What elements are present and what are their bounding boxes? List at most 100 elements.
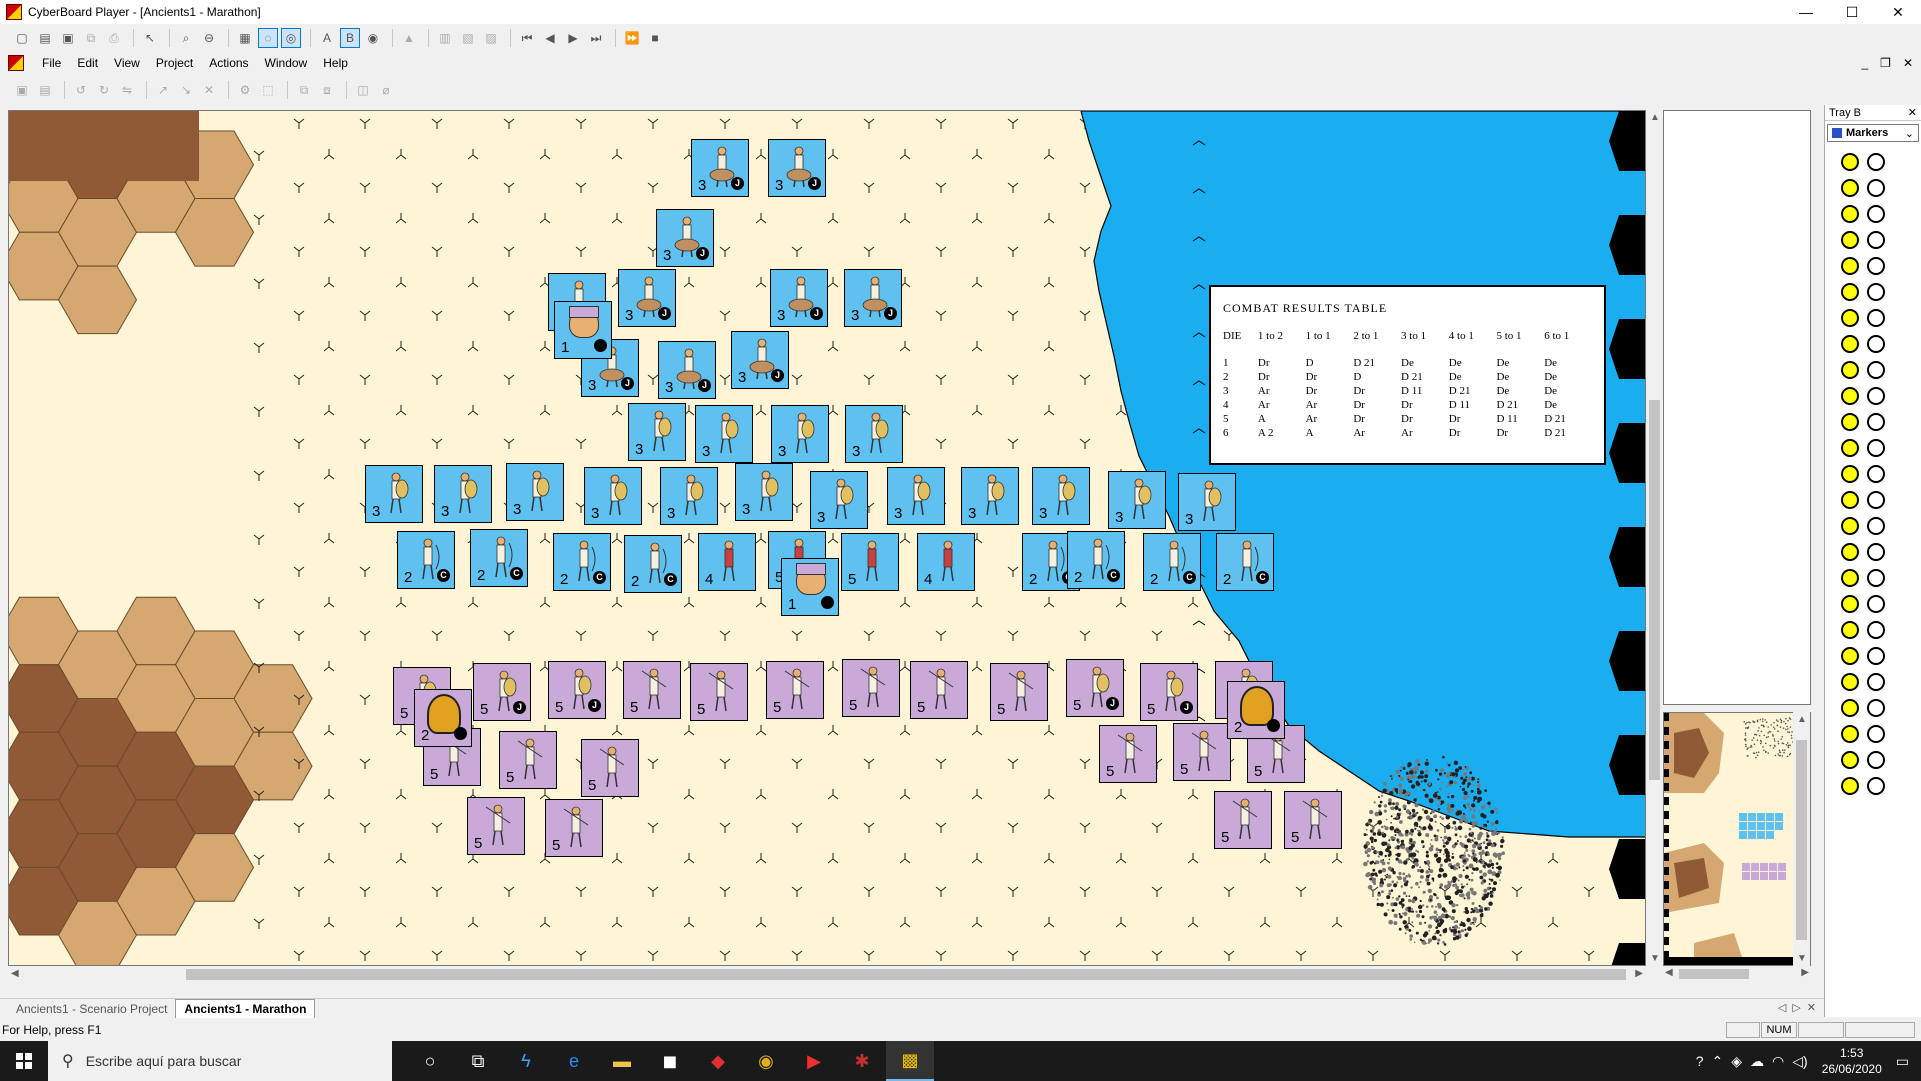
layers-icon[interactable]: ◫ xyxy=(353,80,373,100)
overview-vertical-scrollbar[interactable]: ▲ ▼ xyxy=(1793,712,1810,966)
stop-icon[interactable]: ■ xyxy=(645,28,665,48)
yellow-marker-icon[interactable] xyxy=(1841,335,1859,353)
new-file-icon[interactable]: ▢ xyxy=(12,28,32,48)
yellow-marker-icon[interactable] xyxy=(1841,153,1859,171)
athenian-archer-counter[interactable]: 2C xyxy=(553,533,611,591)
scroll-right-icon[interactable]: ▶ xyxy=(1635,968,1643,979)
zoom-icon[interactable]: ⌕ xyxy=(176,28,196,48)
ungroup-icon[interactable]: ▤ xyxy=(35,80,55,100)
document-icon[interactable] xyxy=(8,55,24,71)
athenian-hoplite-counter[interactable]: 3 xyxy=(771,405,829,463)
persian-spear-counter[interactable]: 5 xyxy=(690,663,748,721)
persian-spear-counter[interactable]: 5 xyxy=(1284,791,1342,849)
chrome-browser-icon[interactable]: ◉ xyxy=(742,1041,790,1081)
last-move-icon[interactable]: ⏭ xyxy=(586,28,606,48)
tray-close-button[interactable]: ✕ xyxy=(1908,106,1917,119)
white-marker-icon[interactable] xyxy=(1867,699,1885,717)
menu-file[interactable]: File xyxy=(34,56,69,70)
overview-horizontal-scrollbar[interactable]: ◀ ▶ xyxy=(1663,966,1811,982)
athenian-hoplite-counter[interactable]: 3 xyxy=(695,405,753,463)
white-marker-icon[interactable] xyxy=(1867,647,1885,665)
white-marker-icon[interactable] xyxy=(1867,283,1885,301)
athenian-hoplite-counter[interactable]: 3 xyxy=(961,467,1019,525)
file-explorer-icon[interactable]: ▬ xyxy=(598,1041,646,1081)
white-marker-icon[interactable] xyxy=(1867,413,1885,431)
youtube-icon[interactable]: ▶ xyxy=(790,1041,838,1081)
white-marker-icon[interactable] xyxy=(1867,153,1885,171)
overview-vertical-thumb[interactable] xyxy=(1796,740,1807,940)
scroll-up-icon[interactable]: ▲ xyxy=(1650,112,1660,123)
athenian-archer-counter[interactable]: 2C xyxy=(624,535,682,593)
tray-select[interactable]: Markers ⌄ xyxy=(1827,124,1919,142)
persian-greek-counter[interactable]: 5J xyxy=(1066,659,1124,717)
persian-spear-counter[interactable]: 5 xyxy=(842,659,900,717)
yellow-marker-icon[interactable] xyxy=(1841,699,1859,717)
map-horizontal-thumb[interactable] xyxy=(186,969,1626,980)
athenian-cavalry-counter[interactable]: 3J xyxy=(731,331,789,389)
white-marker-icon[interactable] xyxy=(1867,777,1885,795)
athenian-hoplite-counter[interactable]: 3 xyxy=(584,467,642,525)
persian-leader-counter[interactable]: 2 xyxy=(1227,681,1285,739)
scroll-left-icon[interactable]: ◀ xyxy=(11,968,19,979)
overview-scroll-right-icon[interactable]: ▶ xyxy=(1801,967,1809,978)
athenian-hoplite-counter[interactable]: 3 xyxy=(735,463,793,521)
persian-spear-counter[interactable]: 5 xyxy=(1099,725,1157,783)
game-map[interactable]: COMBAT RESULTS TABLE DIE 1 to 2 1 to 1 2 to… xyxy=(8,110,1646,966)
bring-front-icon[interactable]: ⧉ xyxy=(294,80,314,100)
tab-scenario-project[interactable]: Ancients1 - Scenario Project xyxy=(8,1000,175,1018)
scroll-down-icon[interactable]: ▼ xyxy=(1650,953,1660,964)
athenian-heavy-counter[interactable]: 4 xyxy=(698,533,756,591)
fast-forward-icon[interactable]: ⏩ xyxy=(622,28,642,48)
network-icon[interactable]: ◠ xyxy=(1772,1053,1784,1070)
white-marker-icon[interactable] xyxy=(1867,335,1885,353)
lightning-app-icon[interactable]: ϟ xyxy=(502,1041,550,1081)
athenian-archer-counter[interactable]: 2C xyxy=(1067,531,1125,589)
persian-spear-counter[interactable]: 5 xyxy=(766,661,824,719)
athenian-hoplite-counter[interactable]: 3 xyxy=(628,403,686,461)
athenian-hoplite-counter[interactable]: 3 xyxy=(506,463,564,521)
yellow-marker-icon[interactable] xyxy=(1841,543,1859,561)
text-tool-icon[interactable]: A xyxy=(317,28,337,48)
white-marker-icon[interactable] xyxy=(1867,517,1885,535)
yellow-marker-icon[interactable] xyxy=(1841,257,1859,275)
athenian-cavalry-counter[interactable]: 3J xyxy=(658,341,716,399)
white-marker-icon[interactable] xyxy=(1867,205,1885,223)
yellow-marker-icon[interactable] xyxy=(1841,361,1859,379)
close-button[interactable]: ✕ xyxy=(1875,0,1921,24)
white-marker-icon[interactable] xyxy=(1867,439,1885,457)
athenian-heavy-counter[interactable]: 4 xyxy=(917,533,975,591)
overview-scroll-down-icon[interactable]: ▼ xyxy=(1797,953,1807,964)
yellow-marker-icon[interactable] xyxy=(1841,517,1859,535)
persian-greek-counter[interactable]: 5J xyxy=(1140,663,1198,721)
athenian-hoplite-counter[interactable]: 3 xyxy=(1108,471,1166,529)
menu-view[interactable]: View xyxy=(106,56,148,70)
white-marker-icon[interactable] xyxy=(1867,725,1885,743)
mdi-restore-button[interactable]: ❐ xyxy=(1880,56,1891,70)
cyberboard-player-icon[interactable]: ▩ xyxy=(886,1041,934,1081)
group-icon[interactable]: ▣ xyxy=(12,80,32,100)
athenian-hoplite-counter[interactable]: 3 xyxy=(365,465,423,523)
yellow-marker-icon[interactable] xyxy=(1841,777,1859,795)
task-view-icon[interactable]: ⧉ xyxy=(454,1041,502,1081)
clock[interactable]: 1:53 26/06/2020 xyxy=(1822,1045,1882,1077)
white-marker-icon[interactable] xyxy=(1867,465,1885,483)
white-marker-icon[interactable] xyxy=(1867,387,1885,405)
yellow-marker-icon[interactable] xyxy=(1841,439,1859,457)
start-button[interactable] xyxy=(0,1041,48,1081)
athenian-hoplite-counter[interactable]: 3 xyxy=(1032,467,1090,525)
menu-help[interactable]: Help xyxy=(315,56,356,70)
white-marker-icon[interactable] xyxy=(1867,569,1885,587)
persian-spear-counter[interactable]: 5 xyxy=(545,799,603,857)
gear-icon[interactable]: ⚙ xyxy=(235,80,255,100)
map-horizontal-scrollbar[interactable]: ◀ ▶ xyxy=(8,966,1646,983)
arrow-tool-alt-icon[interactable]: ↘ xyxy=(176,80,196,100)
rotate-right-icon[interactable]: ↻ xyxy=(94,80,114,100)
athenian-cavalry-counter[interactable]: 3J xyxy=(844,269,902,327)
shield-app-icon[interactable]: ◆ xyxy=(694,1041,742,1081)
athenian-heavy-counter[interactable]: 5 xyxy=(841,533,899,591)
yellow-marker-icon[interactable] xyxy=(1841,205,1859,223)
minimize-button[interactable]: — xyxy=(1783,0,1829,24)
yellow-marker-icon[interactable] xyxy=(1841,231,1859,249)
athenian-hoplite-counter[interactable]: 3 xyxy=(434,465,492,523)
yellow-marker-icon[interactable] xyxy=(1841,621,1859,639)
